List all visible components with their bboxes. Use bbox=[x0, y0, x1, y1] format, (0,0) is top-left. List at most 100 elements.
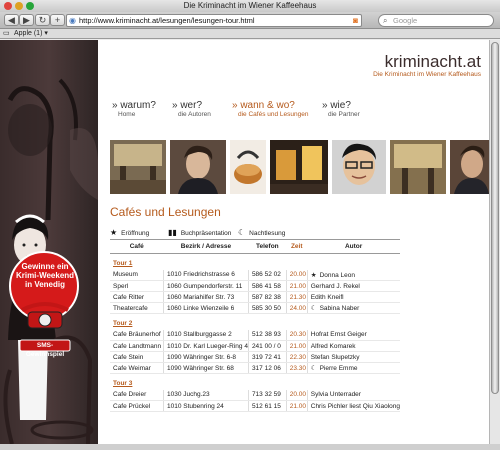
phone-cell: 586 41 58 bbox=[247, 280, 287, 292]
back-arrow-icon: ◀ bbox=[8, 15, 15, 25]
table-row: Theatercafe 1060 Linke Wienzeile 6 585 30 … bbox=[110, 302, 400, 314]
time-cell-text: 21.00 bbox=[289, 282, 306, 290]
time-cell: 24.00 bbox=[285, 302, 308, 314]
forward-button[interactable]: ▶ bbox=[19, 14, 34, 26]
phone-cell: 317 12 06 bbox=[247, 362, 287, 374]
address-cell: 1090 Währinger Str. 6-8 bbox=[163, 351, 249, 363]
globe-icon: ◉ bbox=[69, 16, 76, 25]
time-cell: 21.30 bbox=[285, 291, 308, 303]
minimize-window-button[interactable] bbox=[15, 2, 23, 10]
author-cell-text: Gerhard J. Rekel bbox=[310, 282, 360, 290]
author-cell-text: Donna Leon bbox=[319, 271, 355, 279]
back-button[interactable]: ◀ bbox=[4, 14, 19, 26]
rss-icon[interactable]: ◙ bbox=[353, 15, 358, 26]
search-field[interactable]: ⌕ Google bbox=[378, 14, 494, 27]
time-cell-text: 21.00 bbox=[289, 402, 306, 410]
table-row: Sperl 1060 Gumpendorferstr. 11 586 41 58 21… bbox=[110, 280, 400, 292]
phone-cell: 586 52 02 bbox=[247, 269, 287, 281]
nav-item-subtitle: die Cafés und Lesungen bbox=[238, 111, 309, 118]
legend-label: Nachtlesung bbox=[249, 230, 286, 237]
promo-badge[interactable]: Gewinne ein Krimi-Weekend in Venedig bbox=[10, 262, 80, 289]
cafe-interior-photo-2 bbox=[390, 140, 446, 194]
nav-item-subtitle: Home bbox=[118, 111, 136, 118]
site-logo[interactable]: kriminacht.at bbox=[385, 52, 481, 72]
search-icon: ⌕ bbox=[383, 16, 388, 25]
close-window-button[interactable] bbox=[4, 2, 12, 10]
author-cell-text: Sabina Naber bbox=[319, 305, 360, 312]
legend-item-night: ☾ Nachtlesung bbox=[238, 228, 285, 237]
url-text: http://www.kriminacht.at/lesungen/lesung… bbox=[79, 16, 255, 25]
tour-label[interactable]: Tour 3 bbox=[110, 374, 400, 390]
tour-heading: Tour 2 bbox=[110, 314, 400, 330]
nav-item-subtitle: die Partner bbox=[328, 111, 360, 118]
add-bookmark-button[interactable]: + bbox=[50, 14, 65, 26]
phone-cell-text: 319 72 41 bbox=[251, 353, 281, 361]
author-cell: Sylvia Unterrader bbox=[307, 389, 400, 401]
cafe-cell: Cafe Weimar bbox=[110, 362, 164, 374]
table-row: Cafe Bräunerhof 1010 Stallburggasse 2 512 … bbox=[110, 329, 400, 341]
pastry-photo bbox=[230, 140, 266, 194]
promo-line-1: Gewinne ein bbox=[21, 262, 69, 271]
book-icon[interactable]: ▭ bbox=[3, 29, 10, 39]
nav-item-title: » wer? bbox=[172, 100, 203, 111]
time-cell-text: 21.00 bbox=[289, 342, 306, 350]
plus-icon: + bbox=[54, 15, 61, 25]
nav-item-wie[interactable]: » wie? die Partner bbox=[322, 100, 360, 118]
star-icon: ★ bbox=[310, 271, 317, 279]
status-bar bbox=[0, 444, 500, 450]
time-cell: 23.30 bbox=[285, 362, 308, 374]
legend-item-opening: ★ Eröffnung bbox=[110, 228, 149, 237]
url-field[interactable]: ◉ http://www.kriminacht.at/lesungen/lesu… bbox=[66, 14, 362, 27]
nav-item-warum[interactable]: » warum? Home bbox=[112, 100, 156, 118]
scrollbar-thumb[interactable] bbox=[491, 42, 499, 394]
phone-cell: 319 72 41 bbox=[247, 351, 287, 363]
nav-item-wann-wo[interactable]: » wann & wo? die Cafés und Lesungen bbox=[232, 100, 308, 118]
cafe-cell-text: Theatercafe bbox=[113, 304, 148, 312]
promo-line-3: in Venedig bbox=[24, 280, 65, 289]
table-row: Museum 1010 Friedrichstrasse 6 586 52 02 20… bbox=[110, 269, 400, 281]
address-cell: 1010 Dr. Karl Lueger-Ring 4 bbox=[163, 340, 249, 352]
reload-icon: ↻ bbox=[38, 15, 47, 25]
address-cell-text: 1010 Dr. Karl Lueger-Ring 4 bbox=[167, 342, 248, 350]
address-cell-text: 1010 Stallburggasse 2 bbox=[167, 331, 232, 339]
cafe-cell-text: Cafe Bräunerhof bbox=[113, 331, 161, 339]
time-cell: 20.00 bbox=[285, 269, 308, 281]
bookmark-apple[interactable]: Apple (1) ▾ bbox=[14, 30, 48, 37]
table-row: Cafe Weimar 1090 Währinger Str. 68 317 12 … bbox=[110, 362, 400, 374]
column-header-author: Autor bbox=[307, 239, 400, 254]
promo-line-2: Krimi-Weekend bbox=[15, 271, 75, 280]
cafe-cell-text: Museum bbox=[113, 271, 138, 279]
tour-label[interactable]: Tour 1 bbox=[110, 254, 400, 270]
forward-arrow-icon: ▶ bbox=[23, 15, 30, 25]
waitress-illustration bbox=[3, 78, 98, 444]
address-cell: 1060 Linke Wienzeile 6 bbox=[163, 302, 249, 314]
nav-item-wer[interactable]: » wer? die Autoren bbox=[172, 100, 211, 118]
phone-cell-text: 586 52 02 bbox=[251, 271, 281, 279]
address-cell-text: 1060 Linke Wienzeile 6 bbox=[167, 304, 235, 312]
address-cell: 1010 Stubenring 24 bbox=[163, 400, 249, 412]
cafe-cell-text: Cafe Prückel bbox=[113, 402, 151, 410]
reload-button[interactable]: ↻ bbox=[35, 14, 50, 26]
legend-label: Eröffnung bbox=[121, 230, 150, 237]
time-cell: 20.00 bbox=[285, 389, 308, 401]
nav-item-title: » wie? bbox=[322, 100, 351, 111]
cafe-cell: Cafe Stein bbox=[110, 351, 164, 363]
table-row: Cafe Landtmann 1010 Dr. Karl Lueger-Ring … bbox=[110, 340, 400, 352]
legend-item-book: ▮▮ Buchpräsentation bbox=[168, 228, 231, 237]
table-row: Cafe Ritter 1060 Mariahilfer Str. 73 587 8… bbox=[110, 291, 400, 303]
phone-cell: 241 00 / 0 bbox=[247, 340, 287, 352]
author-cell: Alfred Komarek bbox=[307, 340, 400, 352]
author-cell: ★ Donna Leon bbox=[307, 269, 400, 281]
site-tagline: Die Kriminacht im Wiener Kaffeehaus bbox=[373, 71, 481, 78]
tour-label[interactable]: Tour 2 bbox=[110, 314, 400, 330]
cafe-cell-text: Cafe Dreier bbox=[113, 391, 147, 399]
phone-cell-text: 512 61 15 bbox=[251, 402, 281, 410]
nav-item-title: » warum? bbox=[112, 100, 156, 111]
column-header-address: Bezirk / Adresse bbox=[163, 239, 249, 254]
cafe-cell: Cafe Ritter bbox=[110, 291, 164, 303]
cafe-cell: Sperl bbox=[110, 280, 164, 292]
vertical-scrollbar[interactable] bbox=[489, 40, 500, 444]
sms-contest-button[interactable]: SMS-Gewinnspiel bbox=[20, 341, 70, 359]
cafe-interior-photo bbox=[110, 140, 166, 194]
zoom-window-button[interactable] bbox=[26, 2, 34, 10]
